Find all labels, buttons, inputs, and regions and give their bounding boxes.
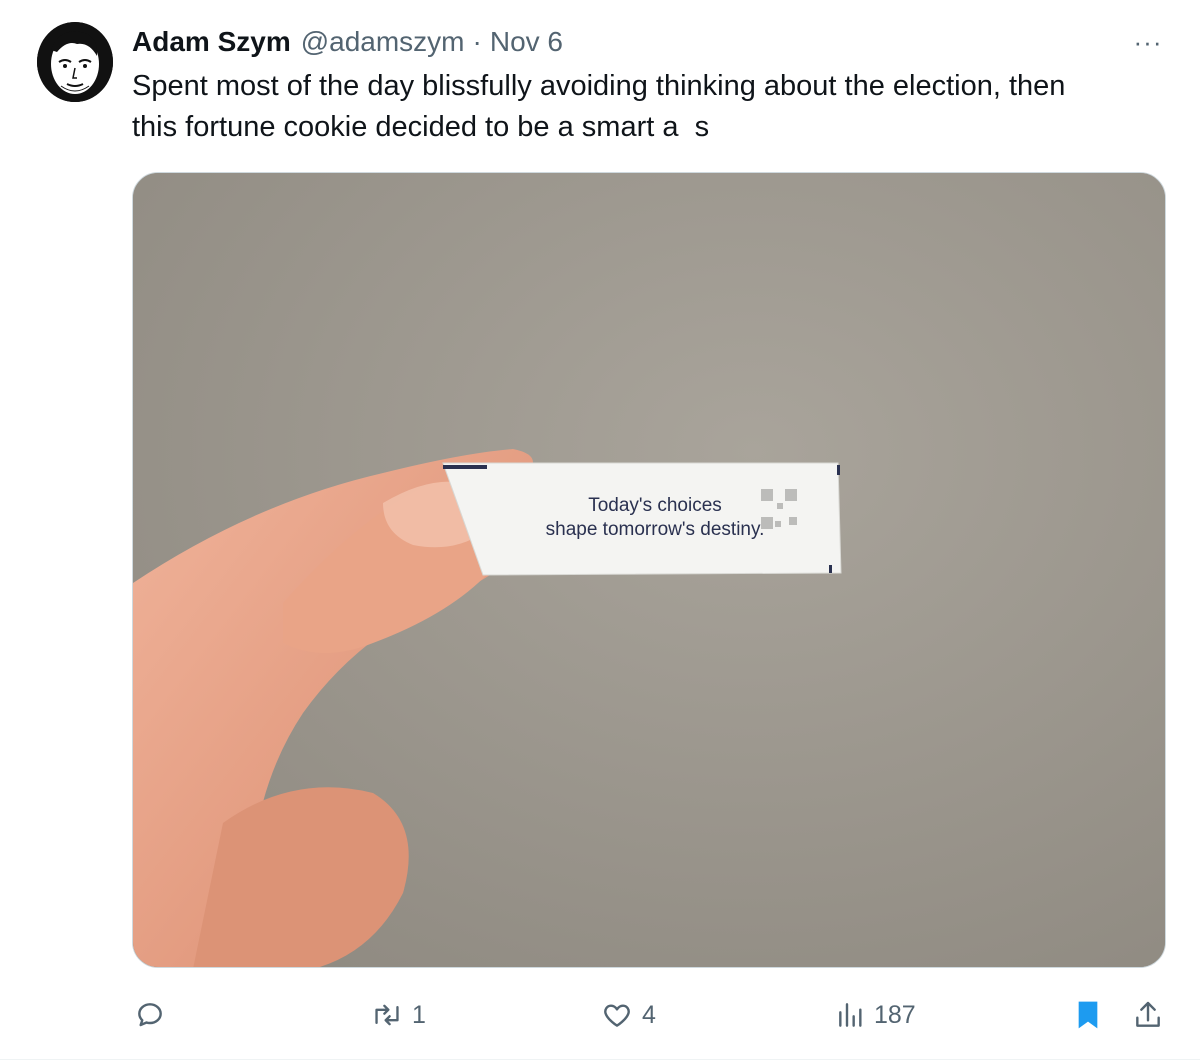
action-bar: 1 4 187 — [0, 990, 1200, 1040]
heart-icon — [604, 1004, 630, 1027]
photo-illustration: Today's choices shape tomorrow's destiny… — [133, 173, 1165, 967]
views-count: 187 — [874, 1000, 916, 1029]
share-icon — [1136, 1001, 1160, 1027]
like-count: 4 — [642, 1000, 656, 1029]
author-handle[interactable]: @adamszym — [301, 26, 465, 58]
retweet-icon — [375, 1004, 399, 1026]
like-button[interactable]: 4 — [600, 990, 656, 1040]
reply-button[interactable] — [134, 990, 174, 1040]
fortune-text-line-1: Today's choices — [588, 495, 722, 516]
tweet-photo[interactable]: Today's choices shape tomorrow's destiny… — [132, 172, 1166, 968]
header-separator: · — [472, 26, 482, 57]
fortune-text-line-2: shape tomorrow's destiny. — [546, 519, 765, 540]
more-icon[interactable]: ··· — [1128, 27, 1168, 57]
tweet[interactable]: Adam Szym @adamszym · Nov 6 ··· Spent mo… — [0, 0, 1200, 1060]
bookmark-icon — [1078, 1001, 1098, 1029]
retweet-button[interactable]: 1 — [370, 990, 426, 1040]
author-name[interactable]: Adam Szym — [132, 26, 291, 58]
views-icon — [839, 1003, 862, 1027]
tweet-date[interactable]: Nov 6 — [490, 26, 563, 58]
tweet-header: Adam Szym @adamszym · Nov 6 — [132, 24, 563, 60]
views-button[interactable]: 187 — [836, 990, 916, 1040]
avatar[interactable] — [37, 22, 113, 102]
reply-icon — [138, 1003, 162, 1027]
share-button[interactable] — [1132, 990, 1164, 1040]
bookmark-button[interactable] — [1074, 990, 1102, 1040]
tweet-text: Spent most of the day blissfully avoidin… — [132, 70, 1066, 143]
retweet-count: 1 — [412, 1000, 426, 1029]
